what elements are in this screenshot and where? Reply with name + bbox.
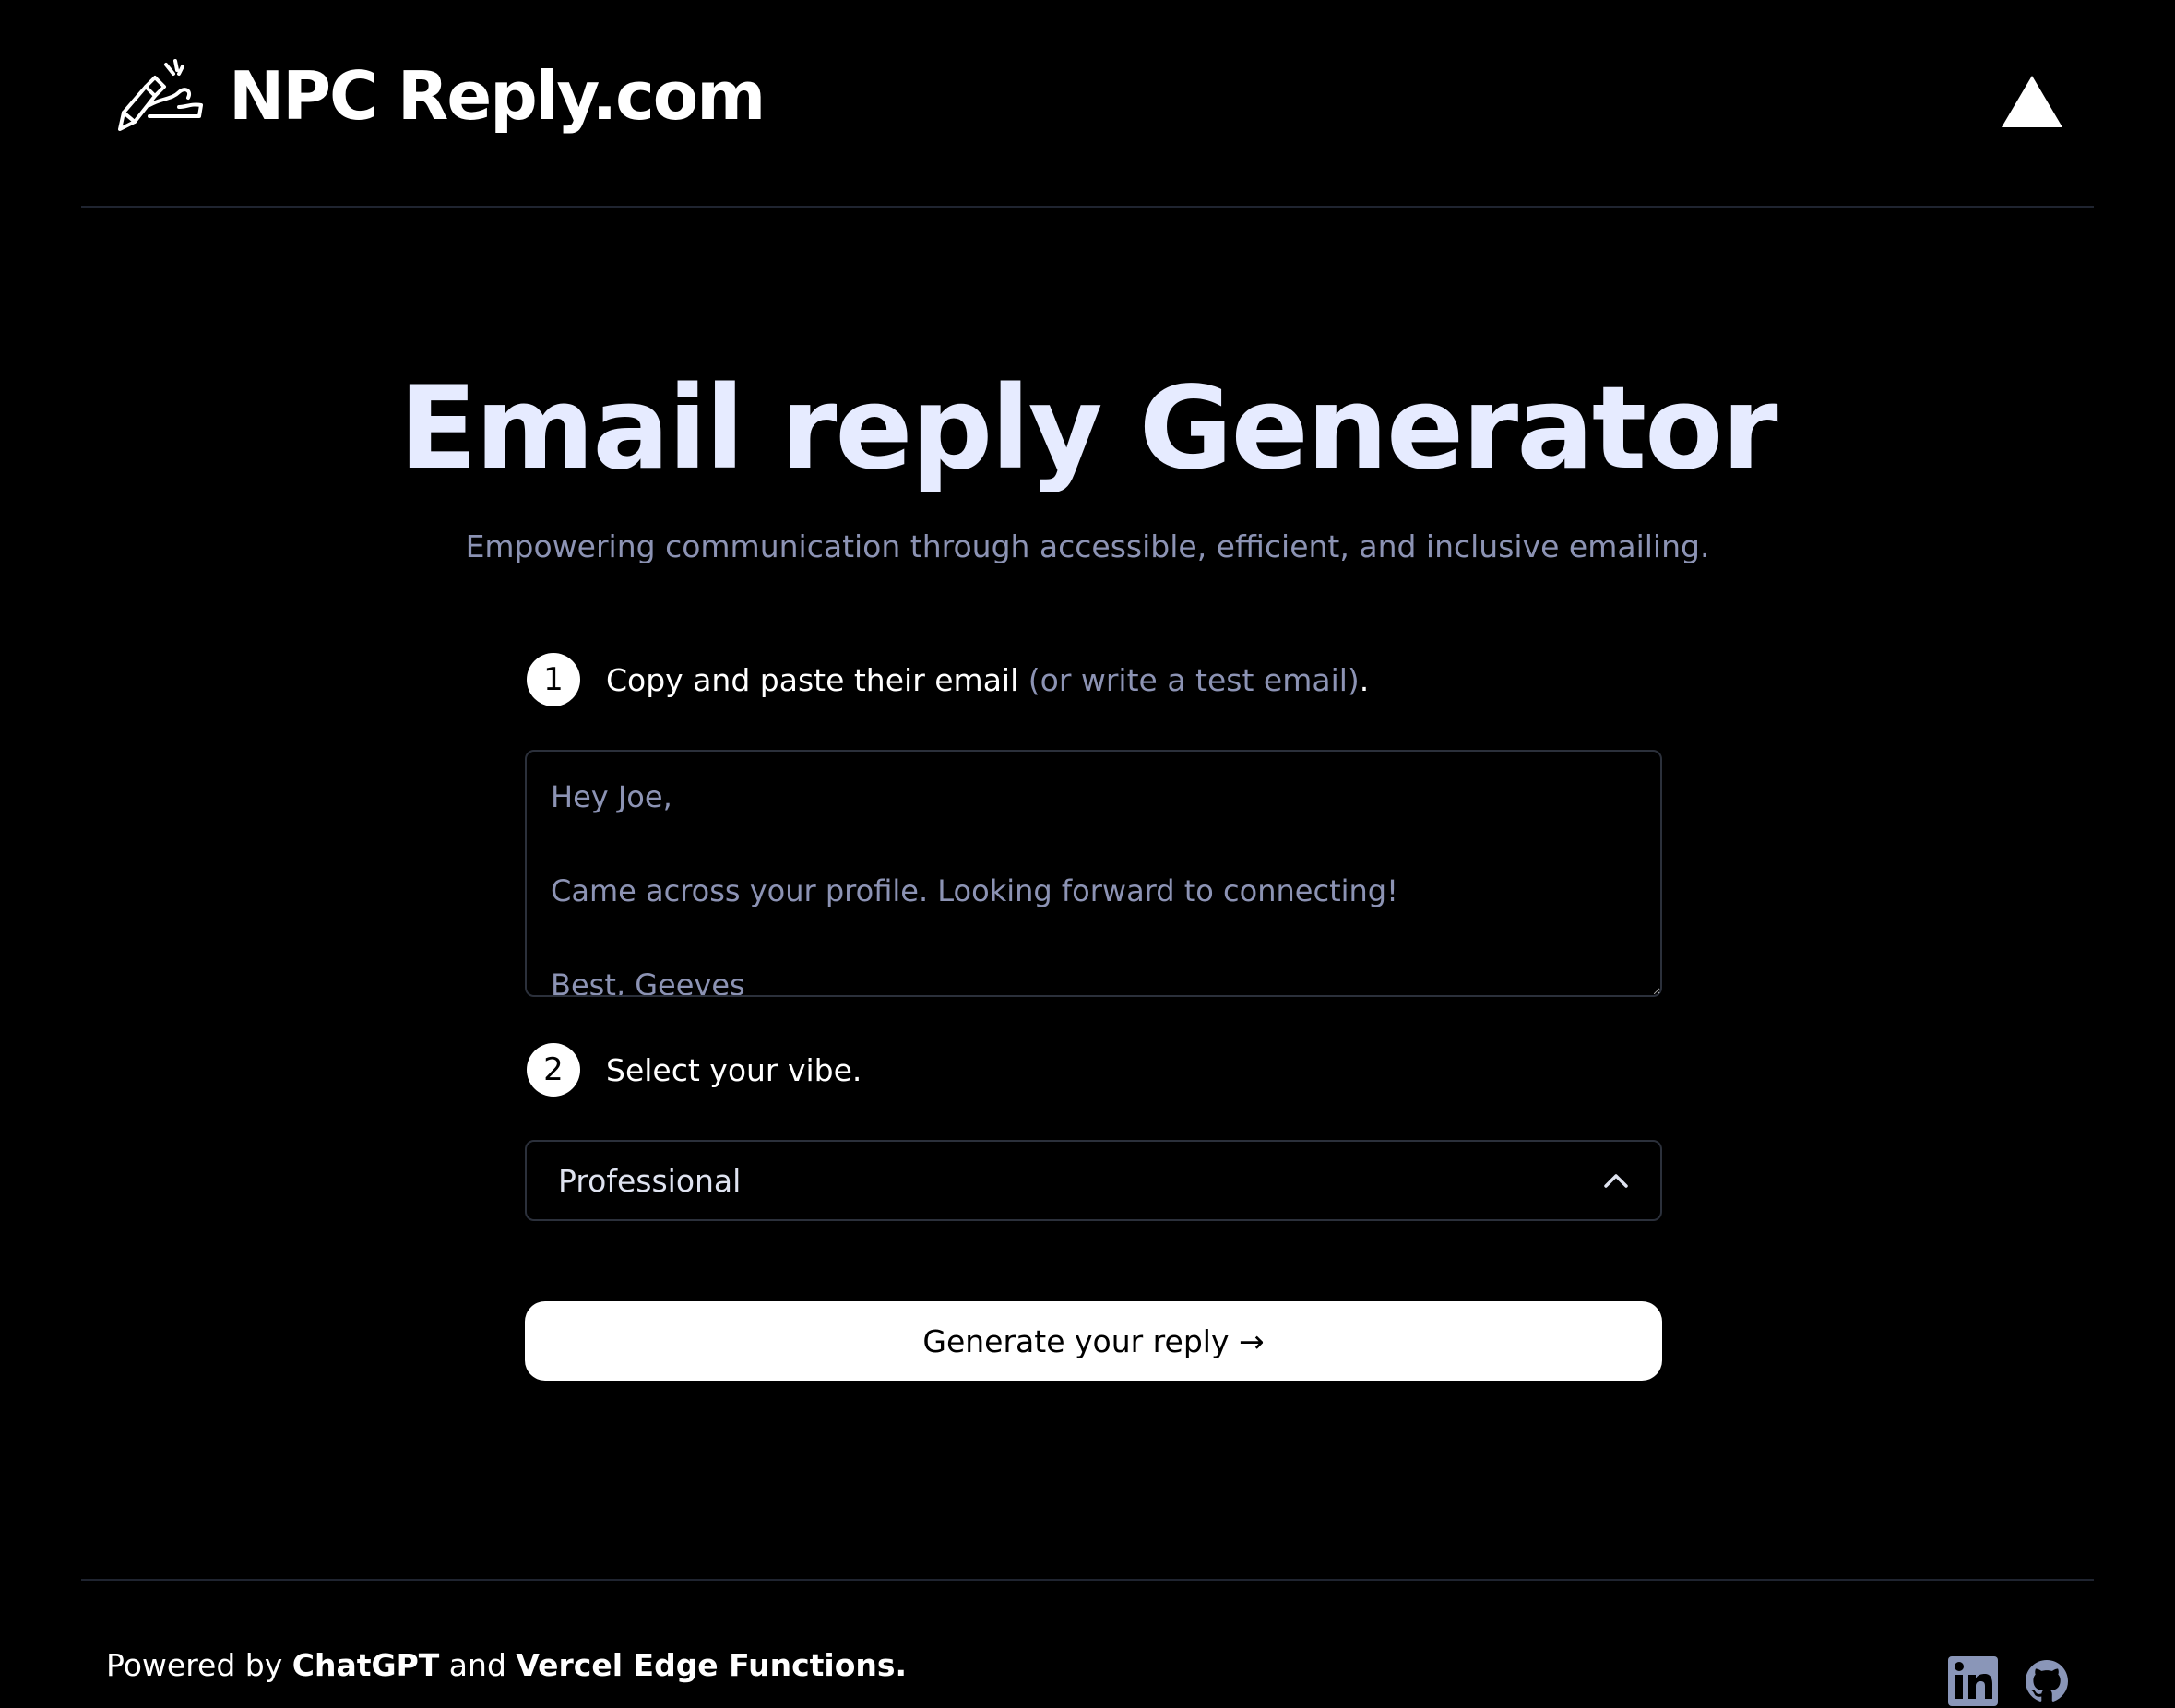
writing-hand-icon — [118, 59, 207, 133]
email-input[interactable] — [525, 750, 1662, 997]
chevron-up-icon — [1603, 1172, 1629, 1189]
site-header: NPC Reply.com — [81, 0, 2094, 208]
step-one-text: Copy and paste their email — [606, 661, 1028, 698]
step-one-label: Copy and paste their email (or write a t… — [606, 662, 1369, 698]
page-subtitle: Empowering communication through accessi… — [465, 528, 1710, 564]
step-one: 1 Copy and paste their email (or write a… — [527, 653, 1369, 706]
powered-by-text: Powered by ChatGPT and Vercel Edge Funct… — [106, 1647, 907, 1683]
step-number-badge: 2 — [527, 1043, 580, 1097]
step-two: 2 Select your vibe. — [527, 1043, 862, 1097]
site-footer: Powered by ChatGPT and Vercel Edge Funct… — [81, 1579, 2094, 1708]
brand-name: NPC Reply.com — [229, 57, 766, 135]
brand-link[interactable]: NPC Reply.com — [118, 57, 766, 135]
step-one-suffix: . — [1359, 661, 1370, 698]
vibe-selected-value: Professional — [558, 1162, 742, 1199]
page-title: Email reply Generator — [398, 362, 1778, 495]
step-number-badge: 1 — [527, 653, 580, 706]
vibe-select[interactable]: Professional — [525, 1140, 1662, 1221]
generate-reply-button[interactable]: Generate your reply → — [525, 1301, 1662, 1381]
chatgpt-link[interactable]: ChatGPT — [292, 1647, 440, 1683]
main-content: Email reply Generator Empowering communi… — [0, 206, 2175, 1580]
step-two-label: Select your vibe. — [606, 1051, 862, 1088]
linkedin-icon[interactable] — [1948, 1656, 1998, 1706]
powered-by-and: and — [439, 1647, 517, 1683]
powered-by-prefix: Powered by — [106, 1647, 292, 1683]
social-links — [1948, 1656, 2068, 1706]
vercel-triangle-icon[interactable] — [2000, 74, 2064, 129]
step-one-hint: (or write a test email) — [1028, 661, 1360, 698]
github-icon[interactable] — [2026, 1660, 2068, 1702]
vercel-link[interactable]: Vercel Edge Functions. — [516, 1647, 907, 1683]
